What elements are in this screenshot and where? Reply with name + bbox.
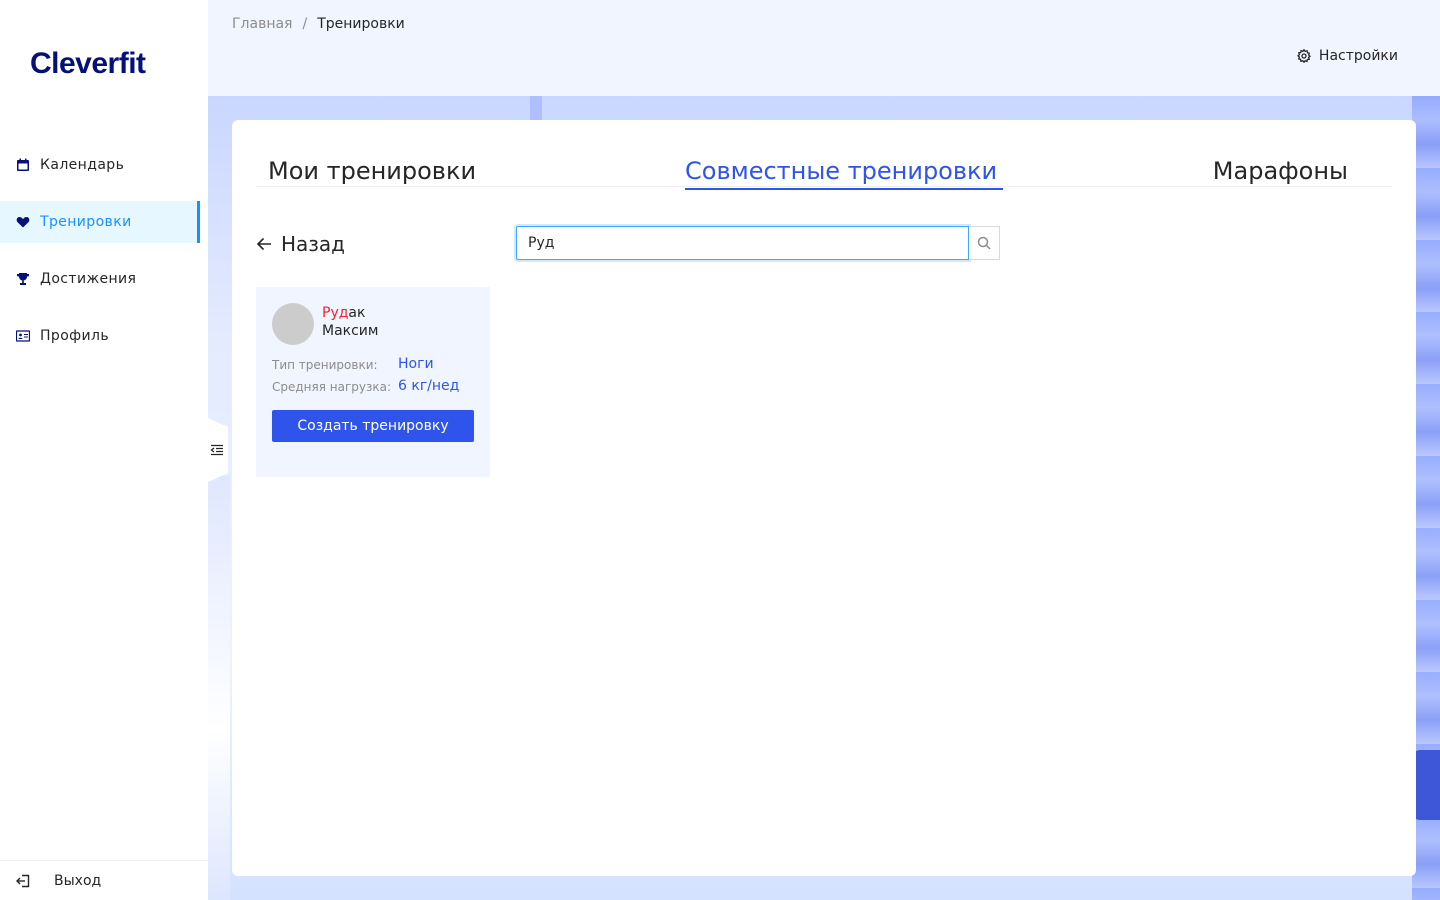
sidebar-item-label: Профиль	[40, 328, 110, 344]
background-decor	[208, 476, 230, 900]
id-card-icon	[16, 329, 30, 343]
main-card: Мои тренировки Совместные тренировки Мар…	[232, 120, 1416, 876]
arrow-left-icon	[256, 237, 271, 251]
training-type-row: Тип тренировки: Ноги	[272, 356, 434, 372]
partner-card: Рудак Максим Тип тренировки: Ноги Средня…	[256, 287, 490, 477]
logo[interactable]: Cleverfit	[30, 47, 146, 81]
heart-icon	[16, 215, 30, 229]
sidebar-item-calendar[interactable]: Календарь	[0, 144, 208, 186]
breadcrumb-separator: /	[302, 16, 308, 32]
header: Главная / Тренировки Настройки	[208, 0, 1440, 96]
training-type-value: Ноги	[398, 356, 434, 372]
back-label: Назад	[281, 232, 346, 256]
sidebar: Cleverfit Календарь Тренировки Достижени…	[0, 0, 208, 900]
breadcrumb: Главная / Тренировки	[232, 16, 405, 32]
sidebar-item-label: Календарь	[40, 157, 125, 173]
logout-icon	[16, 874, 30, 888]
partner-name-match: Руд	[322, 305, 349, 321]
training-type-label: Тип тренировки:	[272, 358, 378, 372]
search-icon	[977, 236, 991, 250]
breadcrumb-home[interactable]: Главная	[232, 16, 292, 32]
avatar	[272, 303, 314, 345]
create-training-button[interactable]: Создать тренировку	[272, 410, 474, 442]
sidebar-item-achievements[interactable]: Достижения	[0, 258, 208, 300]
sidebar-collapse-toggle[interactable]	[208, 418, 228, 482]
logout-button[interactable]: Выход	[0, 860, 208, 900]
sidebar-item-profile[interactable]: Профиль	[0, 315, 208, 357]
search-bar	[516, 226, 1000, 260]
menu-fold-icon	[210, 444, 223, 456]
search-button[interactable]	[969, 226, 1000, 260]
sidebar-item-label: Достижения	[40, 271, 137, 287]
avg-load-value: 6 кг/нед	[398, 378, 460, 394]
sidebar-item-label: Тренировки	[40, 214, 132, 230]
back-button[interactable]: Назад	[256, 232, 345, 256]
gear-icon	[1296, 49, 1311, 63]
breadcrumb-current: Тренировки	[317, 16, 405, 32]
avg-load-label: Средняя нагрузка:	[272, 380, 392, 394]
partner-name-rest: ак	[348, 305, 366, 321]
logout-label: Выход	[54, 872, 102, 889]
background-decor	[1412, 750, 1440, 820]
settings-label: Настройки	[1318, 48, 1398, 64]
partner-name-line2: Максим	[322, 323, 379, 339]
trophy-icon	[16, 272, 30, 286]
tab-my-trainings[interactable]: Мои тренировки	[256, 156, 488, 187]
sidebar-nav: Календарь Тренировки Достижения Профиль	[0, 144, 208, 372]
avg-load-row: Средняя нагрузка: 6 кг/нед	[272, 378, 459, 394]
sidebar-item-trainings[interactable]: Тренировки	[0, 201, 200, 243]
tab-joint-trainings[interactable]: Совместные тренировки	[673, 156, 1009, 190]
tabs: Мои тренировки Совместные тренировки Мар…	[256, 152, 1392, 190]
calendar-icon	[16, 158, 30, 172]
partner-name: Рудак Максим	[322, 304, 378, 340]
background-decor	[530, 96, 542, 120]
search-input[interactable]	[516, 226, 969, 260]
settings-button[interactable]: Настройки	[1296, 48, 1398, 64]
tab-marathons[interactable]: Марафоны	[1201, 156, 1360, 187]
